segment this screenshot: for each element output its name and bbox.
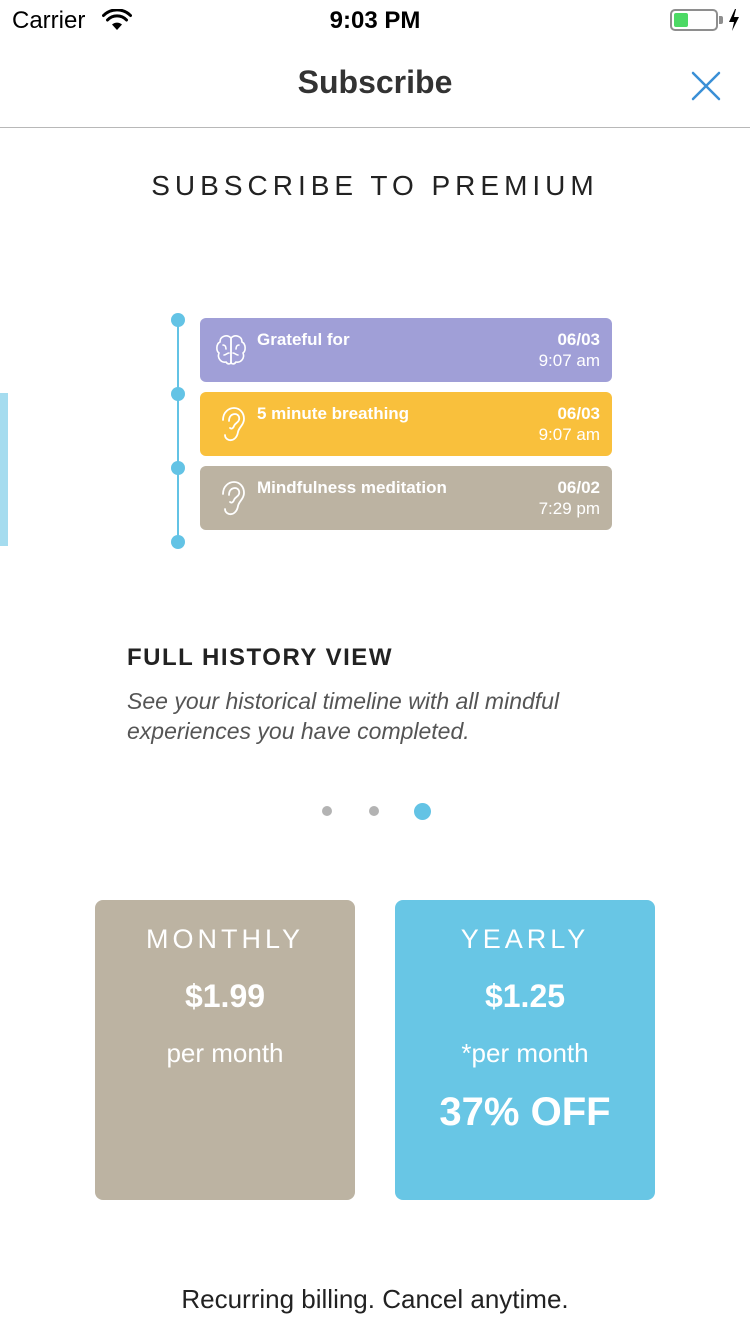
- event-date: 06/03: [557, 330, 600, 349]
- page-title: Subscribe: [297, 64, 453, 100]
- timeline-event-meditation[interactable]: Mindfulness meditation 06/02 7:29 pm: [200, 466, 612, 530]
- timeline-dot: [171, 313, 185, 327]
- yearly-plan-button[interactable]: YEARLY $1.25 *per month 37% OFF: [395, 900, 655, 1200]
- battery-cap: [719, 16, 723, 24]
- bolt-icon: [729, 9, 739, 31]
- premium-heading: SUBSCRIBE TO PREMIUM: [151, 170, 599, 201]
- feature-title: FULL HISTORY VIEW: [127, 644, 393, 671]
- close-icon[interactable]: [684, 64, 728, 108]
- billing-note: Recurring billing. Cancel anytime.: [181, 1284, 569, 1314]
- event-time: 9:07 am: [538, 351, 600, 370]
- ear-icon: [222, 481, 245, 516]
- plan-price: $1.25: [484, 978, 566, 1014]
- page-indicator-dot-active[interactable]: [414, 803, 431, 820]
- navigation-bar: Subscribe: [0, 40, 750, 128]
- discount-badge: 37% OFF: [439, 1090, 611, 1134]
- feature-description: See your historical timeline with all mi…: [127, 688, 560, 744]
- timeline-line: [177, 320, 179, 542]
- timeline-dot: [171, 387, 185, 401]
- event-title: Grateful for: [257, 330, 350, 349]
- plan-price: $1.99: [184, 978, 266, 1014]
- page-indicator-dot[interactable]: [369, 806, 379, 816]
- ear-icon: [222, 407, 245, 442]
- event-title: 5 minute breathing: [257, 404, 410, 423]
- battery-icon: [670, 9, 718, 31]
- timeline-event-grateful[interactable]: Grateful for 06/03 9:07 am: [200, 318, 612, 382]
- timeline-dot: [171, 535, 185, 549]
- clock-time: 9:03 PM: [329, 7, 421, 34]
- event-title: Mindfulness meditation: [257, 478, 447, 497]
- page-indicator-dot[interactable]: [322, 806, 332, 816]
- plan-name: YEARLY: [460, 924, 590, 954]
- brain-icon: [216, 335, 246, 365]
- event-date: 06/03: [557, 404, 600, 423]
- event-time: 9:07 am: [538, 425, 600, 444]
- timeline-event-breathing[interactable]: 5 minute breathing 06/03 9:07 am: [200, 392, 612, 456]
- timeline-dot: [171, 461, 185, 475]
- battery-level: [674, 13, 688, 27]
- event-time: 7:29 pm: [538, 499, 600, 518]
- previous-slide-edge[interactable]: [0, 393, 8, 546]
- plan-name: MONTHLY: [145, 924, 304, 954]
- monthly-plan-button[interactable]: MONTHLY $1.99 per month: [95, 900, 355, 1200]
- event-date: 06/02: [557, 478, 600, 497]
- plan-period: *per month: [461, 1038, 589, 1068]
- status-bar: Carrier 9:03 PM: [0, 0, 750, 40]
- subscribe-screen: Carrier 9:03 PM Subscribe SUBSCRIBE TO P…: [0, 0, 750, 1334]
- plan-period: per month: [166, 1038, 284, 1068]
